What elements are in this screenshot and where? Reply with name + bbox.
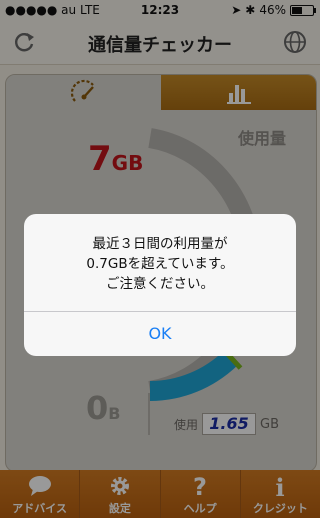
alert-message: 最近３日間の利用量が 0.7GBを超えています。 ご注意ください。 (24, 234, 296, 294)
alert-line-2: 0.7GBを超えています。 (86, 256, 234, 272)
alert-line-1: 最近３日間の利用量が (92, 236, 228, 252)
alert-line-3: ご注意ください。 (106, 276, 214, 292)
ok-button[interactable]: OK (24, 312, 296, 356)
alert-dialog: 最近３日間の利用量が 0.7GBを超えています。 ご注意ください。 OK (24, 214, 296, 356)
